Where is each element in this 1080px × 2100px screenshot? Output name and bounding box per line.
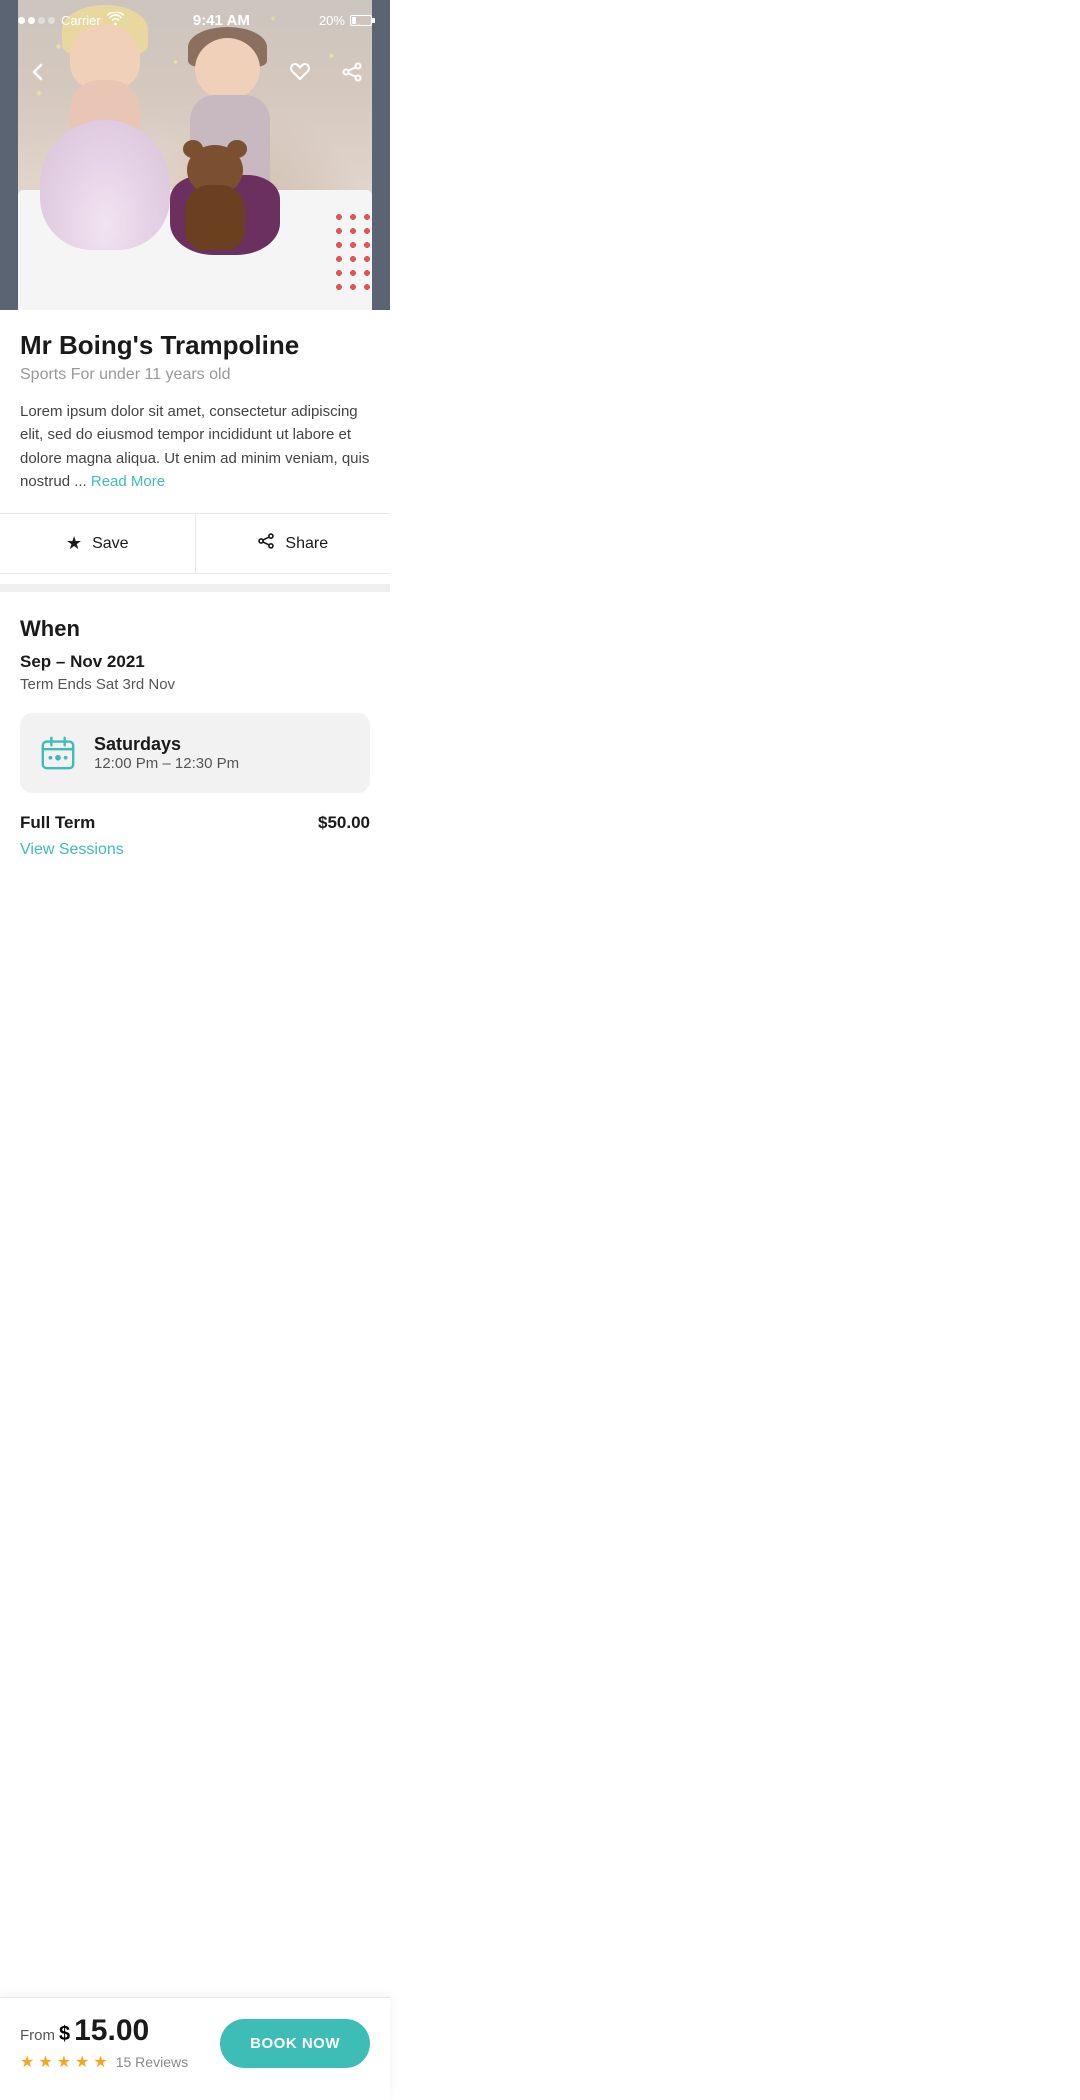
star-5: ★ xyxy=(93,2052,107,2072)
save-icon: ★ xyxy=(66,533,82,554)
reviews-count: 15 Reviews xyxy=(116,2054,188,2070)
battery-percentage: 20% xyxy=(319,13,345,28)
nav-overlay xyxy=(0,44,390,100)
pricing-row: Full Term $50.00 xyxy=(20,813,370,833)
battery-icon xyxy=(350,15,372,26)
calendar-icon xyxy=(36,731,80,775)
venue-description: Lorem ipsum dolor sit amet, consectetur … xyxy=(20,400,370,493)
share-label: Share xyxy=(285,535,328,553)
save-label: Save xyxy=(92,535,128,553)
price-section: From $ 15.00 ★ ★ ★ ★ ★ 15 Reviews xyxy=(20,2014,188,2072)
schedule-day: Saturdays xyxy=(94,734,239,755)
schedule-time: 12:00 Pm – 12:30 Pm xyxy=(94,755,239,772)
star-3: ★ xyxy=(57,2052,71,2072)
when-section: When Sep – Nov 2021 Term Ends Sat 3rd No… xyxy=(0,592,390,793)
read-more-link[interactable]: Read More xyxy=(91,473,165,490)
bedding-dots xyxy=(332,210,372,290)
price-from-row: From $ 15.00 xyxy=(20,2014,188,2048)
stars-row: ★ ★ ★ ★ ★ 15 Reviews xyxy=(20,2052,188,2072)
back-button[interactable] xyxy=(20,54,56,90)
book-now-button[interactable]: BOOK NOW xyxy=(220,2019,370,2068)
star-4: ★ xyxy=(75,2052,89,2072)
status-bar: Carrier 9:41 AM 20% xyxy=(0,0,390,37)
section-separator xyxy=(0,584,390,592)
save-action-button[interactable]: ★ Save xyxy=(0,514,196,573)
figure-1-dress xyxy=(40,120,170,250)
venue-title: Mr Boing's Trampoline xyxy=(20,330,370,361)
teddy-bear xyxy=(175,160,255,250)
from-label: From xyxy=(20,2027,55,2044)
content-area: Mr Boing's Trampoline Sports For under 1… xyxy=(0,310,390,574)
schedule-card: Saturdays 12:00 Pm – 12:30 Pm xyxy=(20,713,370,793)
status-left: Carrier xyxy=(18,12,124,29)
pricing-label: Full Term xyxy=(20,813,95,833)
time-display: 9:41 AM xyxy=(193,12,250,29)
share-icon xyxy=(257,532,275,555)
wifi-icon xyxy=(107,12,124,29)
venue-subtitle: Sports For under 11 years old xyxy=(20,366,370,384)
star-1: ★ xyxy=(20,2052,34,2072)
star-2: ★ xyxy=(38,2052,52,2072)
signal-icon xyxy=(18,17,55,24)
price-amount: 15.00 xyxy=(74,2014,149,2048)
view-sessions-button[interactable]: View Sessions xyxy=(20,841,124,859)
teddy-body xyxy=(185,185,245,250)
signal-dot-4 xyxy=(48,17,55,24)
schedule-info: Saturdays 12:00 Pm – 12:30 Pm xyxy=(94,734,239,772)
signal-dot-2 xyxy=(28,17,35,24)
carrier-label: Carrier xyxy=(61,13,101,28)
action-row: ★ Save Share xyxy=(0,513,390,574)
status-right: 20% xyxy=(319,13,372,28)
description-text: Lorem ipsum dolor sit amet, consectetur … xyxy=(20,403,369,490)
signal-dot-1 xyxy=(18,17,25,24)
term-ends: Term Ends Sat 3rd Nov xyxy=(20,676,370,693)
bottom-bar: From $ 15.00 ★ ★ ★ ★ ★ 15 Reviews BOOK N… xyxy=(0,1997,390,2100)
battery-fill xyxy=(352,17,356,24)
pricing-section: Full Term $50.00 View Sessions xyxy=(0,813,390,879)
share-action-button[interactable]: Share xyxy=(196,514,391,573)
favorite-button[interactable] xyxy=(282,54,318,90)
signal-dot-3 xyxy=(38,17,45,24)
nav-right-buttons xyxy=(282,54,370,90)
date-range: Sep – Nov 2021 xyxy=(20,652,370,672)
hero-image xyxy=(0,0,390,310)
pricing-value: $50.00 xyxy=(318,813,370,833)
battery-body xyxy=(350,15,372,26)
dollar-sign: $ xyxy=(59,2023,70,2046)
bottom-spacer xyxy=(0,879,390,979)
share-button-nav[interactable] xyxy=(334,54,370,90)
when-title: When xyxy=(20,616,370,642)
